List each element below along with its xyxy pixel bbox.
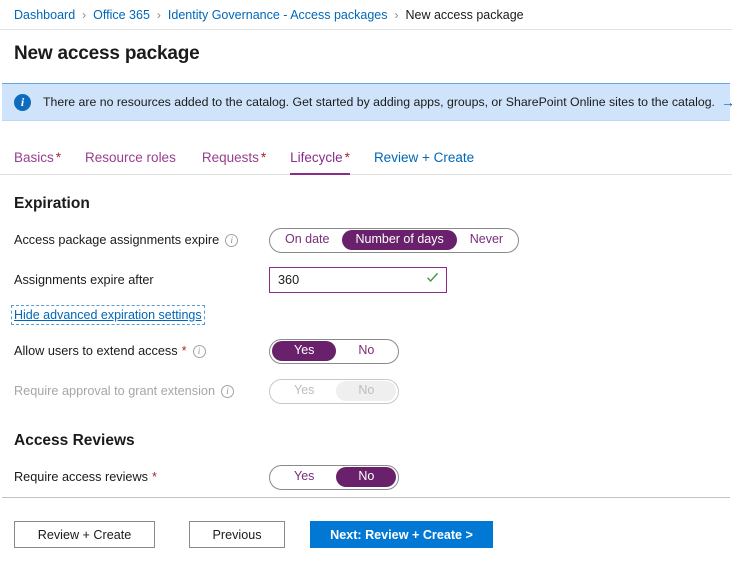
tab-lifecycle-required: * (344, 150, 350, 165)
field-assignments-expire: Access package assignments expire i On d… (14, 227, 732, 253)
tab-review-create-label: Review + Create (373, 150, 475, 165)
require-reviews-label-group: Require access reviews * (14, 470, 269, 484)
breadcrumb: Dashboard › Office 365 › Identity Govern… (0, 0, 732, 30)
require-reviews-label: Require access reviews (14, 470, 148, 484)
assignments-expire-choice-group[interactable]: On date Number of days Never (269, 227, 520, 253)
info-icon[interactable]: i (221, 384, 235, 398)
allow-extend-choice-group[interactable]: Yes No (269, 338, 400, 364)
expire-after-label-group: Assignments expire after (14, 273, 269, 287)
breadcrumb-separator-icon: › (82, 7, 87, 22)
field-expire-after: Assignments expire after (14, 267, 732, 293)
tab-resource-roles[interactable]: Resource roles (85, 150, 178, 175)
advanced-settings-row: Hide advanced expiration settings (11, 305, 732, 325)
tab-lifecycle[interactable]: Lifecycle * (290, 150, 350, 175)
expiration-heading: Expiration (14, 195, 90, 212)
require-reviews-required: * (151, 470, 157, 484)
choice-require-reviews-no[interactable]: No (336, 467, 397, 487)
field-require-access-reviews: Require access reviews * Yes No (14, 464, 732, 490)
require-approval-label-group: Require approval to grant extension i (14, 384, 269, 398)
wizard-footer: Review + Create Previous Next: Review + … (14, 521, 493, 548)
breadcrumb-item-dashboard[interactable]: Dashboard (14, 8, 75, 22)
tab-requests[interactable]: Requests * (202, 150, 266, 175)
assignments-expire-label-group: Access package assignments expire i (14, 233, 269, 247)
info-icon[interactable]: i (192, 344, 206, 358)
banner-arrow-icon[interactable]: → (721, 95, 732, 109)
tab-basics[interactable]: Basics * (14, 150, 61, 175)
allow-extend-label-group: Allow users to extend access * i (14, 344, 269, 358)
allow-extend-required: * (181, 344, 187, 358)
assignments-expire-label: Access package assignments expire (14, 233, 220, 247)
tab-requests-label: Requests (201, 150, 259, 165)
choice-never[interactable]: Never (457, 230, 516, 250)
choice-require-approval-yes: Yes (294, 383, 315, 398)
choice-require-reviews-yes[interactable]: Yes (272, 467, 336, 487)
catalog-info-banner: i There are no resources added to the ca… (2, 83, 732, 121)
lifecycle-form: Expiration Access package assignments ex… (0, 195, 732, 490)
expire-after-label: Assignments expire after (14, 273, 154, 287)
tab-review-create[interactable]: Review + Create (374, 150, 474, 175)
breadcrumb-item-office-365[interactable]: Office 365 (93, 8, 150, 22)
choice-on-date[interactable]: On date (272, 230, 342, 250)
footer-divider (2, 497, 730, 498)
expire-after-input-wrap (269, 267, 447, 293)
info-icon[interactable]: i (225, 233, 239, 247)
tab-requests-required: * (260, 150, 267, 165)
field-require-approval-extension: Require approval to grant extension i Ye… (14, 378, 732, 404)
choice-number-of-days[interactable]: Number of days (342, 230, 457, 250)
breadcrumb-item-identity-governance[interactable]: Identity Governance - Access packages (168, 8, 388, 22)
previous-button[interactable]: Previous (189, 521, 285, 548)
choice-allow-extend-no[interactable]: No (336, 341, 396, 361)
wizard-tabs: Basics * Resource roles Requests * Lifecyc… (0, 141, 732, 175)
require-approval-choice-group: Yes No (269, 378, 400, 404)
expire-after-input[interactable] (269, 267, 447, 293)
choice-allow-extend-yes[interactable]: Yes (272, 341, 337, 361)
breadcrumb-separator-icon: › (394, 7, 399, 22)
review-create-button[interactable]: Review + Create (14, 521, 155, 548)
allow-extend-label: Allow users to extend access (14, 344, 178, 358)
tab-resource-roles-label: Resource roles (85, 150, 176, 165)
field-allow-extend-access: Allow users to extend access * i Yes No (14, 338, 732, 364)
tab-lifecycle-label: Lifecycle (290, 150, 343, 165)
breadcrumb-separator-icon: › (156, 7, 161, 22)
page-title: New access package (14, 43, 200, 64)
next-review-create-button[interactable]: Next: Review + Create > (310, 521, 493, 548)
access-reviews-heading: Access Reviews (14, 432, 135, 449)
require-approval-label: Require approval to grant extension (14, 384, 216, 398)
choice-require-approval-no: No (336, 381, 397, 401)
breadcrumb-item-new-access-package: New access package (405, 7, 524, 22)
tab-basics-required: * (55, 150, 62, 165)
banner-message: There are no resources added to the cata… (43, 95, 715, 109)
hide-advanced-expiration-settings-link[interactable]: Hide advanced expiration settings (11, 305, 205, 325)
info-icon: i (14, 93, 31, 111)
require-reviews-choice-group[interactable]: Yes No (269, 464, 400, 490)
tab-basics-label: Basics (14, 150, 54, 165)
